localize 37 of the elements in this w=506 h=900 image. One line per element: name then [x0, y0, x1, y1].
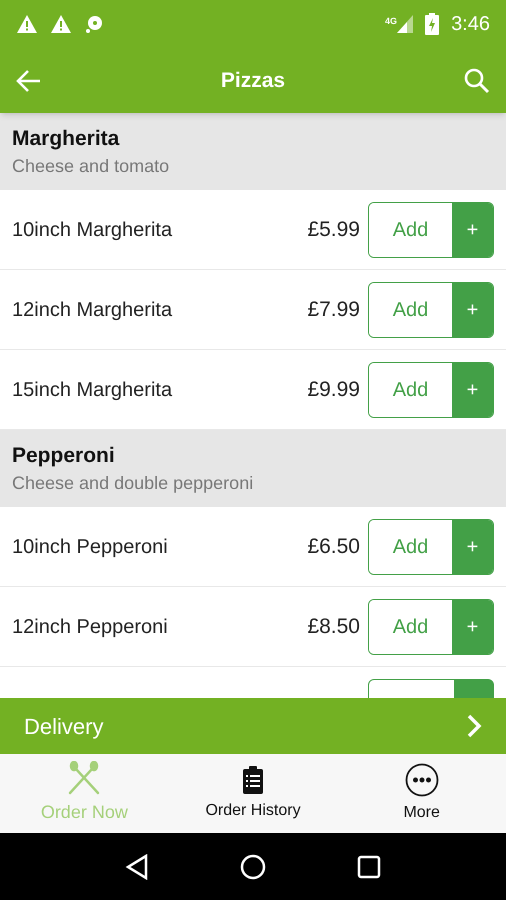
- plus-button[interactable]: +: [452, 202, 493, 256]
- plus-button[interactable]: +: [452, 600, 493, 654]
- item-name: 10inch Margherita: [12, 218, 174, 242]
- clipboard-icon: [242, 764, 264, 794]
- section-title: Margherita: [12, 128, 120, 149]
- screen-title: Pizzas: [220, 68, 286, 94]
- item-price: £8.50: [307, 614, 360, 640]
- warning-icon: [50, 14, 72, 34]
- recents-icon[interactable]: [356, 854, 381, 878]
- nav-tab[interactable]: More: [337, 754, 506, 833]
- section-title: Pepperoni: [12, 445, 116, 466]
- plus-button[interactable]: +: [452, 362, 493, 416]
- plus-button[interactable]: +: [452, 520, 493, 574]
- item-price: £7.99: [307, 296, 360, 323]
- signal-icon: [397, 15, 414, 33]
- chevron-right-icon: [466, 713, 482, 739]
- section-description: Cheese and tomato: [12, 157, 170, 175]
- item-name: 10inch Pepperoni: [12, 534, 169, 560]
- section-description: Cheese and double pepperoni: [12, 474, 254, 492]
- nav-tab[interactable]: Order History: [168, 754, 338, 833]
- item-name: 12inch Pepperoni: [12, 614, 169, 640]
- back-arrow-icon[interactable]: [16, 68, 42, 92]
- item-name: 15inch Margherita: [12, 378, 174, 402]
- delivery-bar[interactable]: Delivery: [0, 698, 506, 754]
- network-label: 4G: [385, 15, 398, 28]
- search-icon[interactable]: [464, 68, 490, 94]
- status-time: 3:46: [451, 12, 490, 37]
- warning-icon: [16, 14, 38, 34]
- more-icon: [404, 762, 439, 796]
- item-name: 12inch Margherita: [12, 298, 174, 322]
- item-price: £9.99: [307, 376, 360, 403]
- item-price: £6.50: [307, 534, 360, 560]
- home-icon[interactable]: [240, 854, 266, 880]
- battery-icon: [425, 13, 440, 35]
- back-icon[interactable]: [125, 854, 150, 880]
- item-price: £5.99: [307, 216, 360, 243]
- plus-button[interactable]: +: [452, 282, 493, 336]
